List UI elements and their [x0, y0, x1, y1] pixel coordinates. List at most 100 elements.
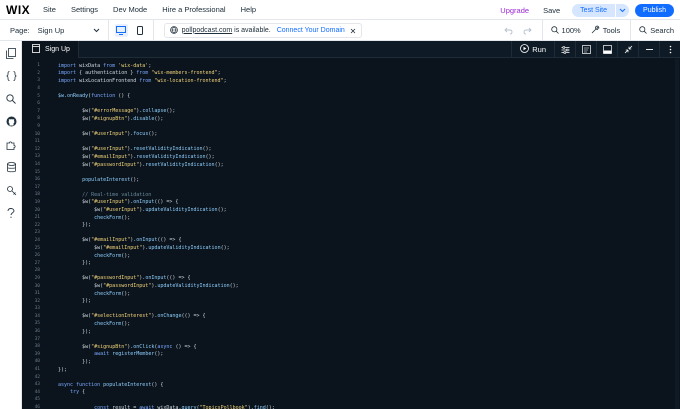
menu-hire-professional[interactable]: Hire a Professional: [162, 5, 225, 14]
code-line[interactable]: 28: [22, 267, 680, 275]
code-line[interactable]: 6: [22, 100, 680, 108]
menu-site[interactable]: Site: [43, 5, 56, 14]
help-icon[interactable]: [5, 207, 17, 219]
wix-logo[interactable]: WIX: [6, 3, 38, 17]
search-icon[interactable]: [5, 93, 17, 105]
code-line[interactable]: 8 $w("#signupBtn"). disable ();: [22, 115, 680, 123]
code-token: checkForm: [94, 252, 122, 259]
code-line[interactable]: 23: [22, 229, 680, 237]
code-line[interactable]: 3 import wixLocationFrontend from "wix-lo…: [22, 77, 680, 85]
code-line[interactable]: 5 $w.onReady(function () {: [22, 92, 680, 100]
format-icon[interactable]: [575, 41, 596, 58]
code-line[interactable]: 29 $w("#passwordInput"). onInput(() => {: [22, 275, 680, 283]
editor-tab-bar: Sign Up Run: [22, 40, 680, 58]
code-line[interactable]: 30 $w("#passwordInput"). updateValidityIn…: [22, 282, 680, 290]
code-line[interactable]: 41});: [22, 366, 680, 374]
menu-settings[interactable]: Settings: [71, 5, 98, 14]
developer-tools-icon[interactable]: [5, 184, 17, 196]
line-number: 19: [34, 199, 40, 205]
page-select[interactable]: Sign Up: [38, 26, 100, 35]
menu-help[interactable]: Help: [241, 5, 256, 14]
code-line[interactable]: 4: [22, 85, 680, 93]
settings-sliders-icon[interactable]: [554, 41, 575, 58]
code-line[interactable]: 14 $w("#passwordInput"). resetValidityInd…: [22, 161, 680, 169]
code-line[interactable]: 35 checkForm ();: [22, 320, 680, 328]
url-bar[interactable]: pollpodcast.com is available. Connect Yo…: [163, 21, 362, 39]
redo-icon[interactable]: [523, 22, 532, 40]
menu-dev-mode[interactable]: Dev Mode: [113, 5, 147, 14]
code-line[interactable]: 13 $w("#emailInput"). resetValidityIndica…: [22, 153, 680, 161]
close-icon[interactable]: [350, 21, 356, 39]
code-line[interactable]: 17: [22, 184, 680, 192]
code-line[interactable]: 38 $w("#signupBtn"). onClick(async () => …: [22, 343, 680, 351]
code-area[interactable]: 1 import wixData from 'wix-data'; 2 import …: [22, 59, 680, 409]
code-line[interactable]: 40 });: [22, 358, 680, 366]
code-line[interactable]: 22 });: [22, 221, 680, 229]
mobile-icon[interactable]: [134, 24, 147, 37]
code-token: });: [58, 298, 92, 305]
code-token: });: [58, 222, 92, 229]
test-site-button[interactable]: Test Site: [572, 3, 616, 17]
code-line[interactable]: 34 $w("#selectionInterest"). onChange(() …: [22, 313, 680, 321]
code-token: (() => {: [154, 199, 179, 206]
code-line[interactable]: 27 });: [22, 259, 680, 267]
code-line[interactable]: 7 $w("#errorMessage"). collapse ();: [22, 108, 680, 116]
code-line[interactable]: 10 $w("#userInput"). focus ();: [22, 130, 680, 138]
code-line[interactable]: 1 import wixData from 'wix-data';: [22, 62, 680, 70]
code-line[interactable]: 36 });: [22, 328, 680, 336]
code-token: "#userInput": [103, 207, 140, 214]
editor-tab-sign-up[interactable]: Sign Up: [22, 40, 79, 58]
tools-button[interactable]: Tools: [591, 25, 620, 36]
code-braces-icon[interactable]: [5, 70, 17, 82]
code-line[interactable]: 25 $w("#emailInput"). updateValidityIndic…: [22, 244, 680, 252]
code-line[interactable]: 16 populateInterest ();: [22, 176, 680, 184]
more-options-icon[interactable]: [659, 41, 680, 58]
code-line[interactable]: 12 $w("#userInput"). resetValidityIndicat…: [22, 146, 680, 154]
search-button[interactable]: Search: [639, 25, 674, 36]
puzzle-icon[interactable]: [5, 139, 17, 151]
code-line[interactable]: 44 try {: [22, 389, 680, 397]
pages-icon[interactable]: [5, 47, 17, 59]
code-line[interactable]: 45: [22, 396, 680, 404]
line-number: 23: [34, 230, 40, 236]
chevron-down-icon[interactable]: [616, 3, 630, 17]
code-token: "#signupBtn": [91, 343, 128, 350]
code-line[interactable]: 15: [22, 168, 680, 176]
connect-domain-link[interactable]: Connect Your Domain: [277, 27, 345, 34]
code-line[interactable]: 33: [22, 305, 680, 313]
code-line[interactable]: 19 $w("#userInput"). onInput(() => {: [22, 199, 680, 207]
code-line[interactable]: 9: [22, 123, 680, 131]
github-icon[interactable]: [5, 115, 17, 127]
code-line[interactable]: 21 checkForm ();: [22, 214, 680, 222]
code-line[interactable]: 42: [22, 373, 680, 381]
code-line[interactable]: 20 $w("#userInput"). updateValidityIndica…: [22, 206, 680, 214]
code-token: query: [181, 404, 197, 409]
line-number: 25: [34, 245, 40, 251]
line-number: 40: [34, 359, 40, 365]
code-line[interactable]: 11: [22, 138, 680, 146]
code-line[interactable]: 32 });: [22, 297, 680, 305]
code-token: import: [58, 70, 77, 77]
editor-scrollbar[interactable]: [675, 59, 679, 409]
publish-button[interactable]: Publish: [635, 3, 674, 17]
desktop-icon[interactable]: [114, 23, 128, 37]
code-line[interactable]: 39 await registerMember ();: [22, 351, 680, 359]
dock-icon[interactable]: [596, 41, 617, 58]
collapse-arrows-icon[interactable]: [617, 41, 638, 58]
minimize-icon[interactable]: [638, 41, 659, 58]
code-line[interactable]: 43 async function populateInterest() {: [22, 381, 680, 389]
code-line[interactable]: 46 const result = await wixData. query("T…: [22, 404, 680, 409]
code-line[interactable]: 24 $w("#emailInput"). onInput(() => {: [22, 237, 680, 245]
code-line[interactable]: 2 import { authentication } from "wix-mem…: [22, 70, 680, 78]
database-icon[interactable]: [5, 161, 17, 173]
code-line[interactable]: 31 checkForm ();: [22, 290, 680, 298]
run-button[interactable]: Run: [511, 41, 554, 58]
save-button[interactable]: Save: [543, 6, 560, 15]
upgrade-link[interactable]: Upgrade: [500, 6, 529, 15]
undo-icon[interactable]: [503, 22, 513, 40]
code-line[interactable]: 37: [22, 335, 680, 343]
code-line[interactable]: 18 // Real-time validation: [22, 191, 680, 199]
code-token: "TopicsPollbook": [199, 404, 248, 409]
code-line[interactable]: 26 checkForm ();: [22, 252, 680, 260]
zoom-control[interactable]: 100%: [550, 25, 581, 36]
